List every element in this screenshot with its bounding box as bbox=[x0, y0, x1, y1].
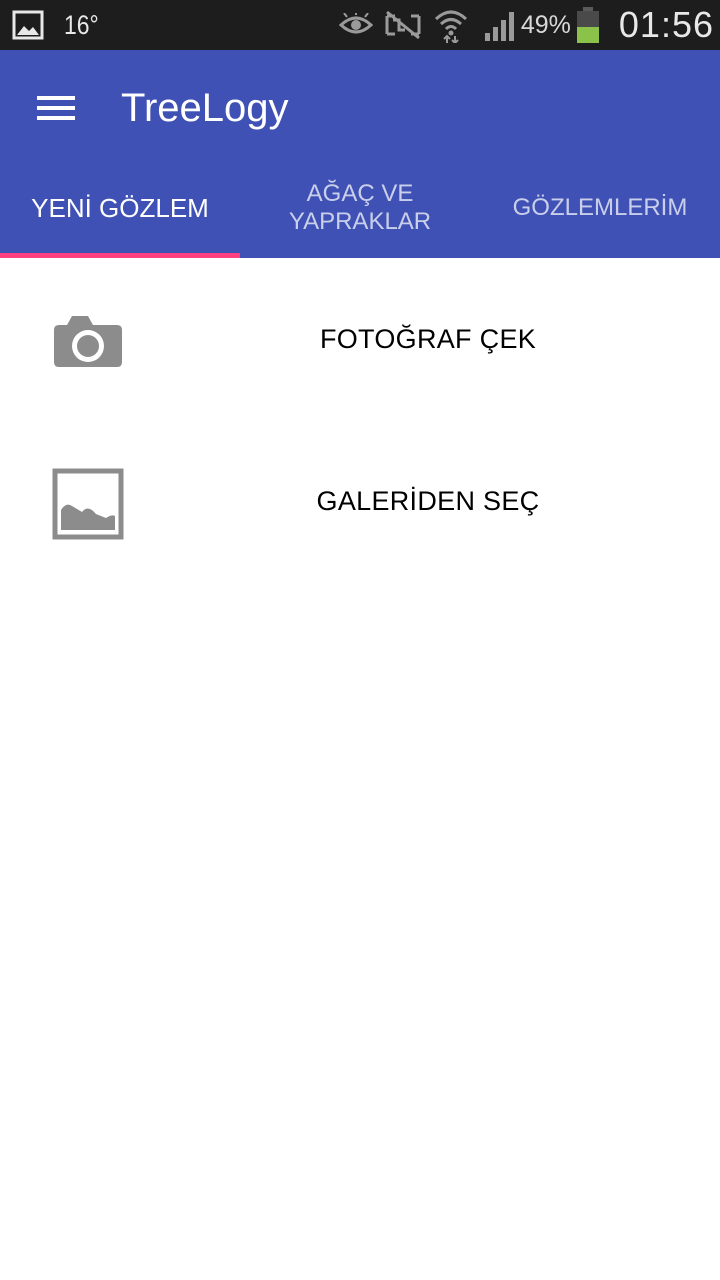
nfc-muted-icon bbox=[383, 10, 423, 40]
tab-label: YENİ GÖZLEM bbox=[31, 193, 209, 223]
temperature-readout: 16° bbox=[64, 9, 99, 40]
choose-from-gallery-label: GALERİDEN SEÇ bbox=[316, 485, 540, 516]
wifi-icon bbox=[433, 7, 469, 43]
tab-bar: YENİ GÖZLEM AĞAÇ VE YAPRAKLAR GÖZLEMLERİ… bbox=[0, 162, 720, 258]
camera-icon bbox=[52, 306, 124, 378]
tab-label: AĞAÇ VE YAPRAKLAR bbox=[288, 180, 432, 235]
tab-label: GÖZLEMLERİM bbox=[512, 194, 688, 221]
menu-button[interactable] bbox=[28, 80, 84, 136]
eye-icon bbox=[338, 13, 373, 37]
app-title: TreeLogy bbox=[121, 86, 289, 130]
take-photo-option[interactable]: FOTOĞRAF ÇEK bbox=[0, 258, 720, 420]
signal-icon bbox=[483, 9, 517, 41]
app-bar: TreeLogy YENİ GÖZLEM AĞAÇ VE YAPRAKLAR G… bbox=[0, 50, 720, 258]
hamburger-menu-icon bbox=[37, 93, 75, 123]
choose-from-gallery-option[interactable]: GALERİDEN SEÇ bbox=[0, 420, 720, 582]
tab-gozlemlerim[interactable]: GÖZLEMLERİM bbox=[480, 162, 720, 258]
image-gallery-icon bbox=[52, 468, 124, 540]
new-observation-panel: FOTOĞRAF ÇEK GALERİDEN SEÇ bbox=[0, 258, 720, 1280]
battery-icon bbox=[575, 6, 601, 44]
tab-yeni-gozlem[interactable]: YENİ GÖZLEM bbox=[0, 162, 240, 258]
status-bar: 16° 49% 01:56 bbox=[0, 0, 720, 50]
battery-percent: 49% bbox=[520, 10, 571, 39]
clock: 01:56 bbox=[618, 4, 714, 45]
take-photo-label: FOTOĞRAF ÇEK bbox=[319, 323, 537, 354]
tab-agac-ve-yapraklar[interactable]: AĞAÇ VE YAPRAKLAR bbox=[240, 162, 480, 258]
gallery-notification-icon bbox=[12, 10, 44, 40]
